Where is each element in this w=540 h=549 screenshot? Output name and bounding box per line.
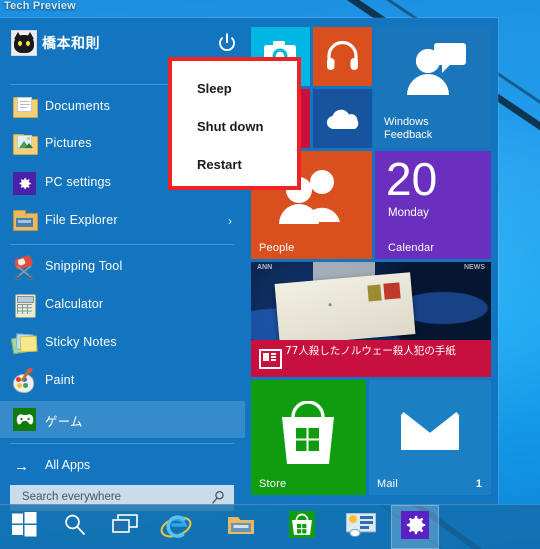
store-button[interactable] [278, 505, 326, 549]
news-photo-stamp [367, 284, 382, 302]
all-apps-label: All Apps [45, 458, 91, 472]
sidebar-item-file-explorer[interactable]: File Explorer › [0, 203, 245, 240]
sidebar-item-calculator[interactable]: Calculator [0, 287, 245, 324]
divider [10, 244, 234, 245]
sticky-notes-icon [10, 331, 38, 356]
power-menu: Sleep Shut down Restart [168, 57, 301, 190]
power-menu-item-restart[interactable]: Restart [172, 147, 289, 185]
search-placeholder: Search everywhere [22, 491, 122, 503]
search-icon [63, 513, 86, 541]
tile-onedrive[interactable] [313, 89, 372, 148]
tile-store[interactable]: Store [251, 380, 366, 495]
tile-label-calendar: Calendar [388, 242, 435, 254]
power-icon[interactable] [215, 32, 239, 54]
documents-folder-icon [12, 95, 38, 120]
paint-icon [12, 367, 37, 394]
tile-news[interactable]: ANN NEWS 77人殺したノルウェー殺人犯の手紙 [251, 262, 491, 377]
news-channel-tag: ANN [257, 264, 273, 271]
pc-settings-gear-icon [12, 171, 37, 196]
control-panel-button[interactable] [337, 505, 385, 549]
mail-unread-count: 1 [475, 478, 482, 490]
tile-label-people: People [259, 242, 295, 254]
sidebar-item-label: Calculator [45, 297, 104, 311]
sidebar-item-label: Snipping Tool [45, 259, 123, 273]
tile-windows-feedback[interactable]: Windows Feedback [375, 27, 491, 148]
internet-explorer-icon [160, 510, 192, 545]
windows-logo-icon [11, 512, 37, 542]
sidebar-item-snipping-tool[interactable]: Snipping Tool [0, 249, 245, 286]
user-row[interactable]: 橋本和則 [0, 24, 245, 60]
news-headline-bar: 77人殺したノルウェー殺人犯の手紙 [251, 340, 491, 377]
sidebar-item-label: File Explorer [45, 213, 118, 227]
control-panel-icon [345, 512, 377, 542]
search-button[interactable] [50, 505, 98, 549]
file-explorer-icon [227, 513, 255, 542]
news-channel-tag: NEWS [464, 264, 485, 271]
power-menu-item-shut-down[interactable]: Shut down [172, 109, 289, 147]
tile-label-mail: Mail [377, 478, 398, 490]
calculator-icon [12, 293, 37, 318]
sidebar-item-label: Sticky Notes [45, 335, 117, 349]
task-view-button[interactable] [101, 505, 149, 549]
file-explorer-button[interactable] [217, 505, 265, 549]
sidebar-item-label: Documents [45, 99, 111, 113]
sidebar-item-games[interactable]: ゲーム [0, 401, 245, 438]
sidebar-item-label: Pictures [45, 136, 92, 150]
sidebar-item-paint[interactable]: Paint [0, 363, 245, 400]
xbox-games-icon [12, 407, 37, 432]
news-icon [259, 349, 282, 369]
tile-label-feedback: Windows Feedback [384, 116, 433, 141]
power-menu-label: Sleep [197, 81, 232, 96]
sidebar-item-label: PC settings [45, 175, 112, 189]
task-view-icon [112, 514, 138, 540]
start-button[interactable] [0, 505, 48, 549]
snipping-tool-icon [12, 254, 37, 280]
power-menu-item-sleep[interactable]: Sleep [172, 71, 289, 109]
pc-settings-button[interactable] [391, 505, 439, 549]
gear-icon [401, 510, 429, 544]
tile-mail[interactable]: Mail 1 [369, 380, 491, 495]
sidebar-item-sticky-notes[interactable]: Sticky Notes [0, 325, 245, 362]
power-menu-label: Restart [197, 157, 242, 172]
news-headline: 77人殺したノルウェー殺人犯の手紙 [285, 345, 456, 357]
taskbar [0, 504, 540, 549]
file-explorer-icon [12, 209, 38, 234]
calendar-day-name: Monday [388, 207, 429, 219]
news-photo-stamp [383, 282, 401, 300]
tech-preview-watermark: Tech Preview [4, 0, 76, 12]
avatar[interactable] [11, 30, 37, 56]
right-arrow-icon: → [14, 458, 29, 475]
sidebar-item-label: Paint [45, 373, 75, 387]
tile-calendar[interactable]: 20 Monday Calendar [375, 151, 491, 259]
sidebar-item-label: ゲーム [45, 415, 83, 429]
user-name: 橋本和則 [42, 35, 100, 51]
chevron-right-icon: › [228, 214, 232, 228]
calendar-day-number: 20 [386, 153, 438, 205]
store-bag-icon [289, 511, 315, 543]
pictures-folder-icon [12, 132, 38, 157]
internet-explorer-button[interactable] [152, 505, 200, 549]
power-menu-label: Shut down [197, 119, 264, 134]
tile-music[interactable] [313, 27, 372, 86]
tile-label-store: Store [259, 478, 287, 490]
all-apps-button[interactable]: → All Apps [0, 449, 245, 483]
divider [10, 443, 234, 444]
